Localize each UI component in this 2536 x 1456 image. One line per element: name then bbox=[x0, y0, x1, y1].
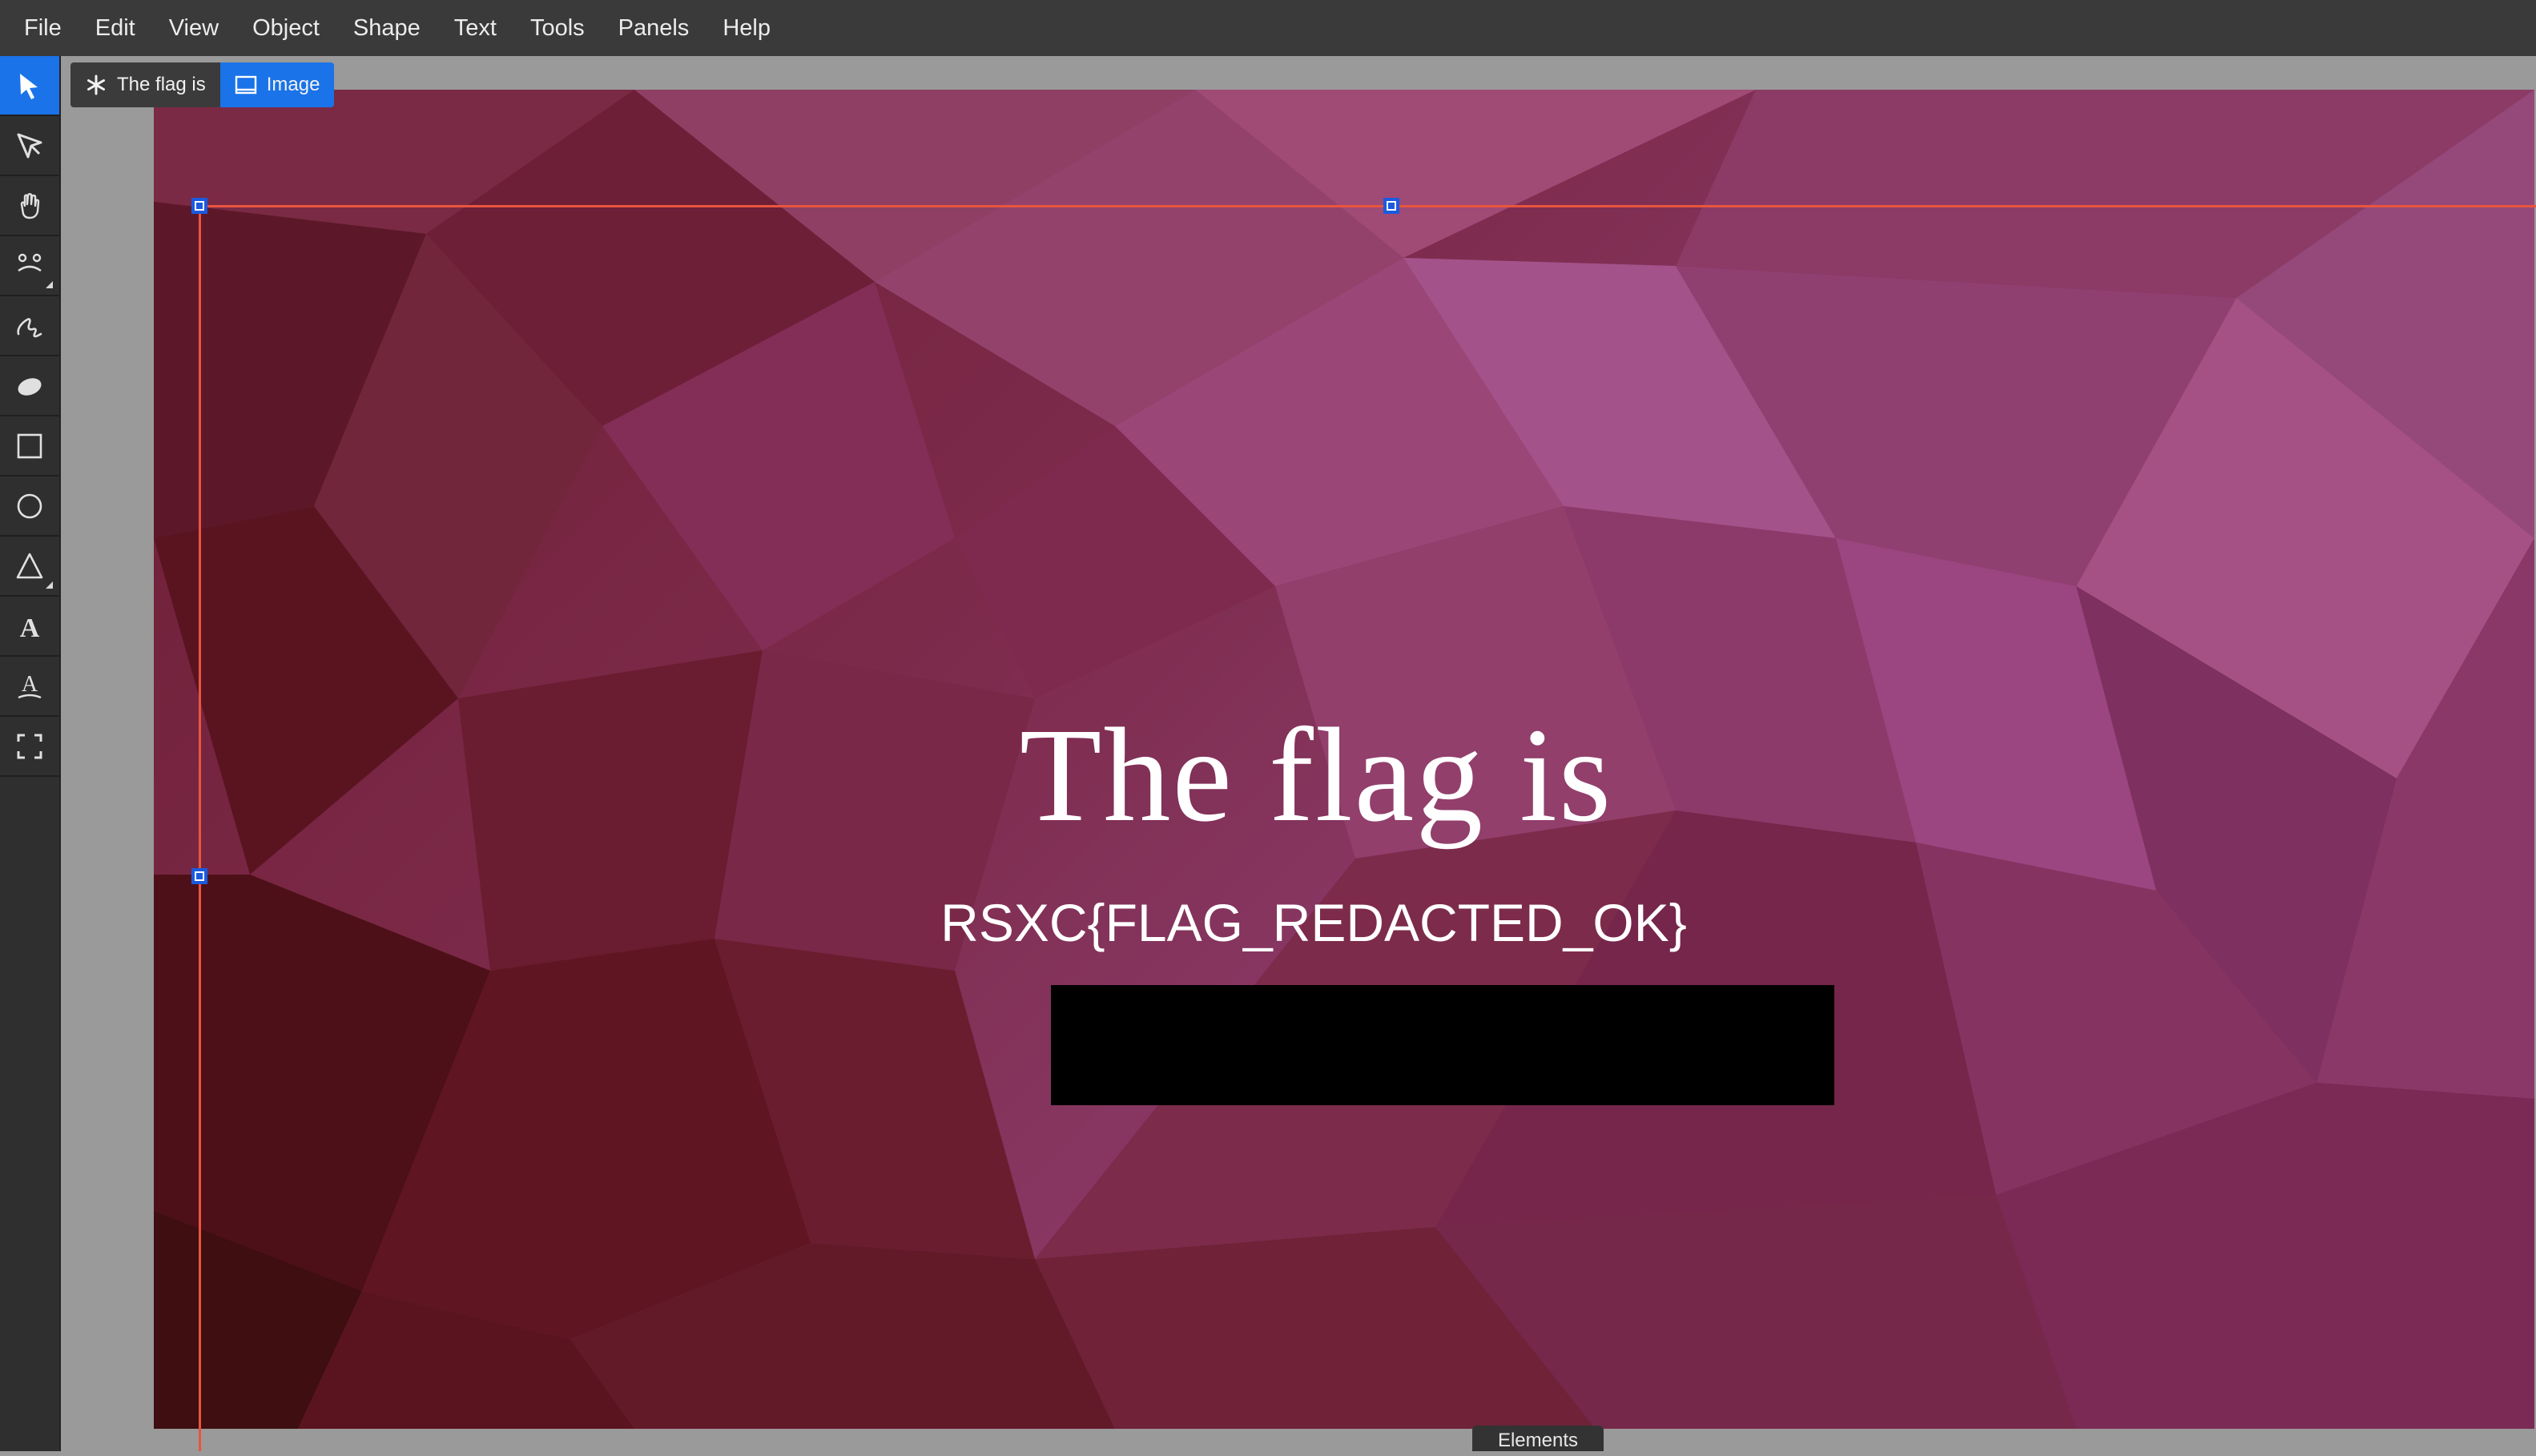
menu-bar: File Edit View Object Shape Text Tools P… bbox=[0, 0, 2536, 56]
breadcrumb-image-layer[interactable]: Image bbox=[219, 62, 335, 107]
puppet-tool[interactable] bbox=[0, 236, 59, 296]
selection-handle-top-middle[interactable] bbox=[1383, 198, 1399, 214]
selection-handle-top-left[interactable] bbox=[191, 198, 207, 214]
arrow-pointer-icon bbox=[20, 73, 38, 99]
menu-edit[interactable]: Edit bbox=[78, 0, 152, 56]
rectangle-tool[interactable] bbox=[0, 416, 59, 477]
submenu-indicator-icon bbox=[46, 581, 53, 589]
select-tool[interactable] bbox=[0, 56, 59, 116]
breadcrumb: The flag is Image bbox=[70, 62, 335, 107]
svg-text:A: A bbox=[22, 672, 38, 697]
menu-shape[interactable]: Shape bbox=[336, 0, 437, 56]
direct-select-tool[interactable] bbox=[0, 116, 59, 176]
menu-view[interactable]: View bbox=[152, 0, 235, 56]
breadcrumb-text-layer[interactable]: The flag is bbox=[70, 62, 220, 107]
asterisk-icon bbox=[87, 74, 105, 95]
text-on-path-tool[interactable]: A bbox=[0, 657, 59, 717]
menu-help[interactable]: Help bbox=[706, 0, 787, 56]
hand-icon bbox=[20, 192, 40, 219]
letter-a-icon: A bbox=[20, 613, 40, 642]
canvas-workspace[interactable]: The flag is RSXC{FLAG_REDACTED_OK} bbox=[61, 56, 2536, 1451]
breadcrumb-text-label: The flag is bbox=[117, 74, 206, 95]
letter-a-path-icon: A bbox=[18, 672, 42, 698]
selection-handle-middle-left[interactable] bbox=[191, 868, 207, 884]
redaction-rectangle[interactable] bbox=[1051, 985, 1834, 1105]
blob-icon bbox=[18, 377, 42, 396]
artboard-image[interactable]: The flag is RSXC{FLAG_REDACTED_OK} bbox=[154, 90, 2534, 1429]
ellipse-blob-tool[interactable] bbox=[0, 356, 59, 416]
circle-icon bbox=[17, 493, 42, 518]
headline-text[interactable]: The flag is bbox=[154, 698, 2534, 853]
menu-object[interactable]: Object bbox=[235, 0, 336, 56]
flag-text[interactable]: RSXC{FLAG_REDACTED_OK} bbox=[154, 892, 2534, 953]
circle-tool[interactable] bbox=[0, 477, 59, 537]
elements-panel-tab[interactable]: Elements bbox=[1472, 1426, 1604, 1451]
triangle-icon bbox=[16, 553, 43, 578]
vertical-guide[interactable] bbox=[199, 205, 201, 1451]
menu-panels[interactable]: Panels bbox=[602, 0, 706, 56]
face-icon bbox=[18, 253, 42, 271]
polygon-tool[interactable] bbox=[0, 537, 59, 597]
square-icon bbox=[17, 433, 42, 458]
image-icon bbox=[235, 75, 256, 95]
squiggle-icon bbox=[17, 317, 42, 337]
tool-palette: A A bbox=[0, 56, 61, 1451]
breadcrumb-image-label: Image bbox=[266, 74, 320, 95]
text-tool[interactable]: A bbox=[0, 597, 59, 657]
menu-file[interactable]: File bbox=[0, 0, 78, 56]
frame-corners-icon bbox=[17, 734, 42, 758]
pen-tool[interactable] bbox=[0, 296, 59, 356]
horizontal-guide[interactable] bbox=[199, 205, 2536, 207]
svg-text:A: A bbox=[20, 613, 40, 642]
menu-tools[interactable]: Tools bbox=[513, 0, 602, 56]
hand-tool[interactable] bbox=[0, 176, 59, 236]
frame-tool[interactable] bbox=[0, 717, 59, 777]
node-pointer-icon bbox=[17, 133, 42, 158]
menu-text[interactable]: Text bbox=[437, 0, 513, 56]
submenu-indicator-icon bbox=[46, 281, 53, 288]
